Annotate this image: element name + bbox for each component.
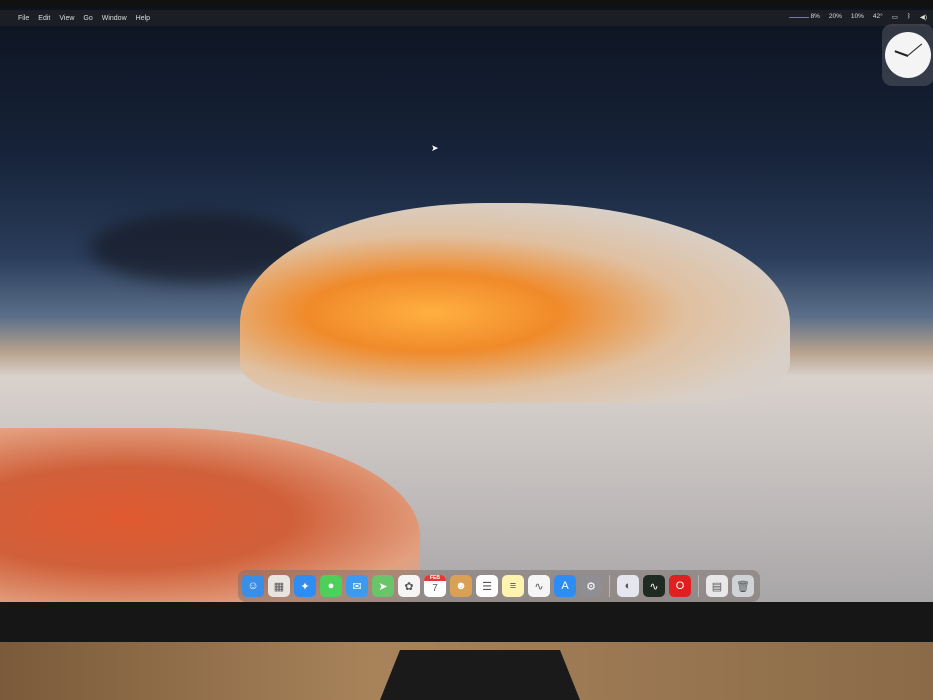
menu-file[interactable]: File	[18, 15, 29, 22]
dock-activity-monitor-icon[interactable]: ∿	[643, 575, 665, 597]
menu-edit[interactable]: Edit	[38, 15, 50, 22]
volume-icon[interactable]: ◀)	[920, 13, 927, 21]
temperature-status[interactable]: 42°	[873, 13, 883, 21]
dock-mail-icon[interactable]: ✉	[346, 575, 368, 597]
dock-trash-icon[interactable]: 🗑	[732, 575, 754, 597]
cpu-graph-icon	[788, 14, 809, 18]
wallpaper-rock	[240, 203, 790, 403]
dock-separator	[698, 575, 699, 597]
menu-go[interactable]: Go	[83, 15, 92, 22]
menu-view[interactable]: View	[59, 15, 74, 22]
dock-browser-icon[interactable]: ◐	[617, 575, 639, 597]
bluetooth-icon[interactable]: ᛒ	[907, 13, 911, 21]
memory-status[interactable]: 20%	[829, 13, 842, 21]
calendar-day-label: 7	[432, 583, 438, 594]
display-icon[interactable]: ▭	[892, 13, 898, 21]
status-area: 8% 20% 10% 42° ▭ ᛒ ◀)	[788, 13, 927, 21]
dock-freeform-icon[interactable]: ∿	[528, 575, 550, 597]
mouse-cursor-icon: ➤	[431, 143, 439, 153]
monitor-bezel	[0, 602, 933, 642]
menu-help[interactable]: Help	[136, 15, 150, 22]
cpu-value: 8%	[810, 13, 820, 20]
dock-photos-icon[interactable]: ✿	[398, 575, 420, 597]
dock-system-settings-icon[interactable]: ⚙	[580, 575, 602, 597]
calendar-month-label: FEB	[424, 575, 446, 581]
dock-finder-icon[interactable]: ☺	[242, 575, 264, 597]
dock-maps-icon[interactable]: ➤	[372, 575, 394, 597]
dock-app-store-icon[interactable]: A	[554, 575, 576, 597]
dock-launchpad-icon[interactable]: ▦	[268, 575, 290, 597]
dock-safari-icon[interactable]: ✦	[294, 575, 316, 597]
dock-reminders-icon[interactable]: ☰	[476, 575, 498, 597]
dock-calendar-icon[interactable]: FEB 7	[424, 575, 446, 597]
clock-face-icon	[885, 32, 931, 78]
dock: ☺ ▦ ✦ ● ✉ ➤ ✿ FEB 7 ☻ ☰ ≡ ∿ A ⚙ ◐ ∿ O ▤ 🗑	[238, 570, 760, 602]
dock-notes-icon[interactable]: ≡	[502, 575, 524, 597]
cpu-status[interactable]: 8%	[788, 13, 820, 21]
dock-messages-icon[interactable]: ●	[320, 575, 342, 597]
menu-bar: ​ File Edit View Go Window Help 8% 20% 1…	[0, 10, 933, 26]
monitor-stand	[380, 650, 580, 700]
menu-window[interactable]: Window	[102, 15, 127, 22]
dock-document-icon[interactable]: ▤	[706, 575, 728, 597]
dock-separator	[609, 575, 610, 597]
desktop: ​ File Edit View Go Window Help 8% 20% 1…	[0, 8, 933, 602]
dock-contacts-icon[interactable]: ☻	[450, 575, 472, 597]
disk-status[interactable]: 10%	[851, 13, 864, 21]
clock-widget[interactable]	[882, 24, 933, 86]
dock-opera-icon[interactable]: O	[669, 575, 691, 597]
